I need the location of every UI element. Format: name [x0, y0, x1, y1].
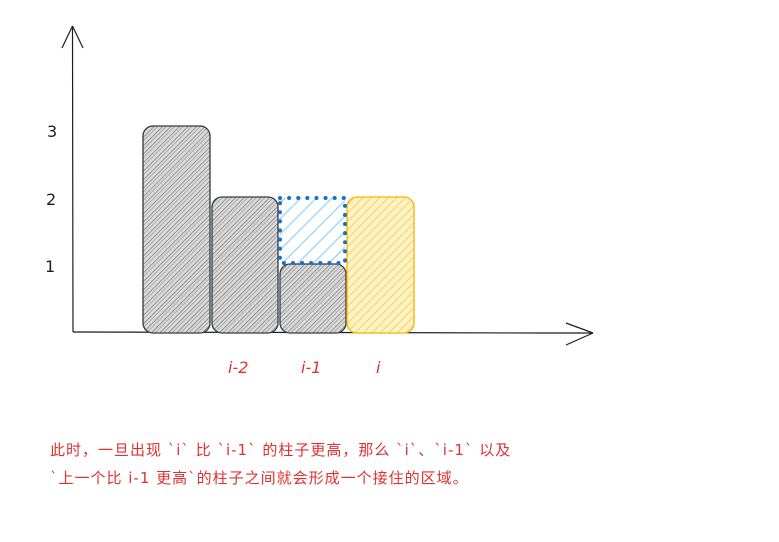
bar-height-3: [142, 125, 211, 334]
trapped-water-area: [278, 196, 347, 265]
bar-i: [346, 196, 415, 334]
x-axis-arrow-top: [565, 322, 594, 334]
y-axis-arrow-left: [61, 25, 74, 49]
bar-i-2: [211, 196, 279, 334]
y-tick-3: 3: [47, 122, 58, 141]
y-tick-1: 1: [45, 257, 56, 276]
y-axis: [71, 25, 74, 333]
bar-i-1: [279, 263, 347, 334]
x-label-i-1: i-1: [301, 358, 322, 377]
caption-line-1: 此时，一旦出现 `i` 比 `i-1` 的柱子更高，那么 `i`、`i-1` 以…: [50, 441, 512, 459]
x-label-i-2: i-2: [228, 358, 249, 377]
x-label-i: i: [376, 358, 381, 377]
x-axis-arrow-bottom: [565, 332, 594, 346]
y-axis-arrow-right: [71, 25, 84, 49]
y-tick-2: 2: [46, 190, 57, 209]
caption-line-2: `上一个比 i-1 更高`的柱子之间就会形成一个接住的区域。: [50, 469, 469, 487]
histogram-diagram: [61, 25, 594, 346]
